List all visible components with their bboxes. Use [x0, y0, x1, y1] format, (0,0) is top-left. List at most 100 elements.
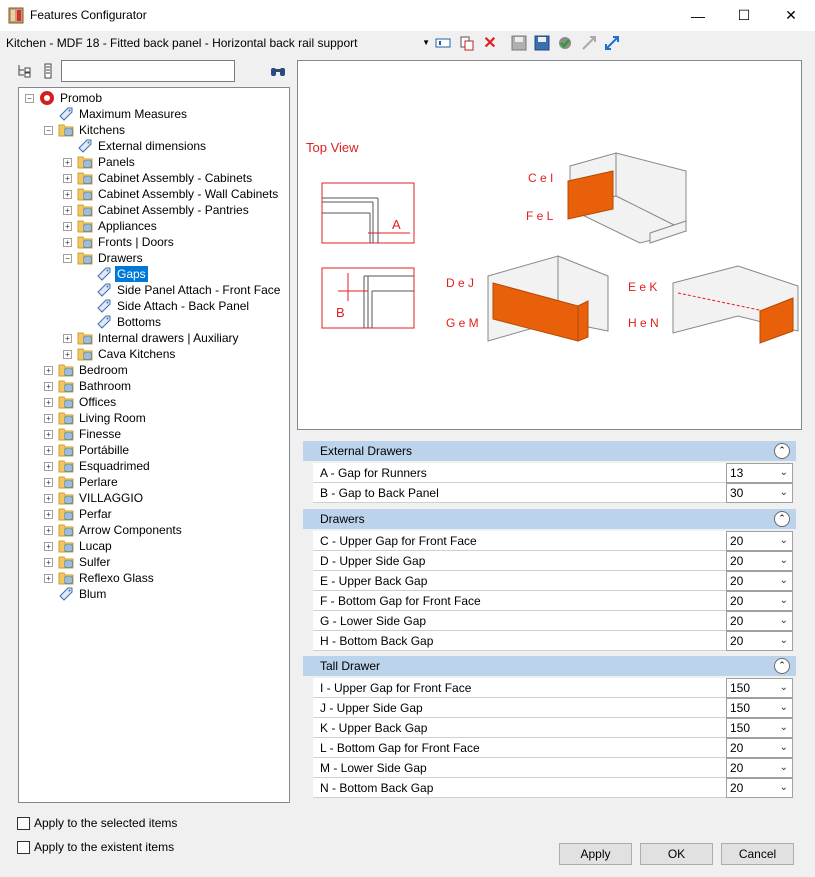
- chevron-down-icon[interactable]: ⌄: [780, 759, 788, 777]
- chevron-down-icon[interactable]: ⌄: [780, 552, 788, 570]
- expand-toggle-icon[interactable]: +: [44, 398, 53, 407]
- expand-toggle-icon[interactable]: +: [44, 510, 53, 519]
- expand-toggle-icon[interactable]: +: [63, 334, 72, 343]
- expand-toggle-icon[interactable]: +: [44, 574, 53, 583]
- property-value-select[interactable]: 20 ⌄: [726, 551, 793, 571]
- minimize-button[interactable]: —: [675, 0, 721, 31]
- delete-icon[interactable]: ✕: [481, 34, 499, 52]
- property-value-select[interactable]: 20 ⌄: [726, 738, 793, 758]
- chevron-down-icon[interactable]: ⌄: [780, 719, 788, 737]
- expand-toggle-icon[interactable]: +: [63, 206, 72, 215]
- property-value-select[interactable]: 150 ⌄: [726, 698, 793, 718]
- expand-toggle-icon[interactable]: +: [44, 430, 53, 439]
- expand-toggle-icon[interactable]: +: [44, 366, 53, 375]
- collapse-toggle-icon[interactable]: −: [63, 254, 72, 263]
- tree-item[interactable]: + Perlare: [19, 474, 289, 490]
- property-value-select[interactable]: 20 ⌄: [726, 778, 793, 798]
- property-value-select[interactable]: 150 ⌄: [726, 718, 793, 738]
- tree-item[interactable]: Side Attach - Back Panel: [19, 298, 289, 314]
- expand-arrows-icon[interactable]: [603, 34, 621, 52]
- tree-item[interactable]: + Cava Kitchens: [19, 346, 289, 362]
- tree-item[interactable]: + Finesse: [19, 426, 289, 442]
- close-button[interactable]: ✕: [768, 0, 814, 31]
- section-header[interactable]: Drawers ⌃: [303, 509, 796, 529]
- chevron-down-icon[interactable]: ⌄: [780, 679, 788, 697]
- tree-item[interactable]: Side Panel Attach - Front Face: [19, 282, 289, 298]
- tree-item[interactable]: + Cabinet Assembly - Pantries: [19, 202, 289, 218]
- chevron-down-icon[interactable]: ⌄: [780, 484, 788, 502]
- chevron-down-icon[interactable]: ⌄: [780, 739, 788, 757]
- collapse-toggle-icon[interactable]: −: [44, 126, 53, 135]
- tree-item[interactable]: − Drawers: [19, 250, 289, 266]
- tree-item[interactable]: Blum: [19, 586, 289, 602]
- expand-toggle-icon[interactable]: +: [44, 494, 53, 503]
- search-input[interactable]: [61, 60, 235, 82]
- tree-item[interactable]: + Offices: [19, 394, 289, 410]
- apply-button[interactable]: Apply: [559, 843, 632, 865]
- expand-toggle-icon[interactable]: +: [63, 190, 72, 199]
- tree-item[interactable]: + Perfar: [19, 506, 289, 522]
- expand-toggle-icon[interactable]: +: [44, 478, 53, 487]
- expand-toggle-icon[interactable]: +: [63, 350, 72, 359]
- property-value-select[interactable]: 20 ⌄: [726, 591, 793, 611]
- tree-item[interactable]: + Appliances: [19, 218, 289, 234]
- tree-item[interactable]: External dimensions: [19, 138, 289, 154]
- property-value-select[interactable]: 20 ⌄: [726, 631, 793, 651]
- expand-toggle-icon[interactable]: +: [63, 222, 72, 231]
- settings-check-icon[interactable]: [556, 34, 574, 52]
- tree-item[interactable]: Bottoms: [19, 314, 289, 330]
- tree-item[interactable]: + Reflexo Glass: [19, 570, 289, 586]
- property-value-select[interactable]: 30 ⌄: [726, 483, 793, 503]
- checkbox-box[interactable]: [17, 817, 30, 830]
- rename-icon[interactable]: [434, 34, 452, 52]
- section-header[interactable]: Tall Drawer ⌃: [303, 656, 796, 676]
- tree-item[interactable]: + VILLAGGIO: [19, 490, 289, 506]
- cancel-button[interactable]: Cancel: [721, 843, 794, 865]
- feature-tree[interactable]: − Promob Maximum Measures − Kitchens External…: [18, 87, 290, 803]
- tree-view-icon[interactable]: [15, 62, 33, 80]
- checkbox-box[interactable]: [17, 841, 30, 854]
- tree-item[interactable]: + Cabinet Assembly - Wall Cabinets: [19, 186, 289, 202]
- configuration-select[interactable]: Kitchen - MDF 18 - Fitted back panel - H…: [4, 33, 432, 53]
- tree-item[interactable]: Maximum Measures: [19, 106, 289, 122]
- property-value-select[interactable]: 20 ⌄: [726, 571, 793, 591]
- expand-toggle-icon[interactable]: +: [44, 558, 53, 567]
- tree-item[interactable]: − Promob: [19, 90, 289, 106]
- collapse-toggle-icon[interactable]: −: [25, 94, 34, 103]
- tree-item[interactable]: − Kitchens: [19, 122, 289, 138]
- chevron-down-icon[interactable]: ⌄: [780, 632, 788, 650]
- chevron-down-icon[interactable]: ⌄: [780, 699, 788, 717]
- property-value-select[interactable]: 20 ⌄: [726, 758, 793, 778]
- property-value-select[interactable]: 13 ⌄: [726, 463, 793, 483]
- property-value-select[interactable]: 20 ⌄: [726, 611, 793, 631]
- ok-button[interactable]: OK: [640, 843, 713, 865]
- maximize-button[interactable]: ☐: [721, 0, 767, 31]
- tree-item[interactable]: + Portábille: [19, 442, 289, 458]
- collapse-section-icon[interactable]: ⌃: [774, 658, 790, 674]
- expand-toggle-icon[interactable]: +: [44, 414, 53, 423]
- expand-toggle-icon[interactable]: +: [44, 462, 53, 471]
- save-icon[interactable]: [510, 34, 528, 52]
- collapse-section-icon[interactable]: ⌃: [774, 511, 790, 527]
- save-as-icon[interactable]: [533, 34, 551, 52]
- binoculars-icon[interactable]: [269, 62, 287, 80]
- tree-item[interactable]: + Living Room: [19, 410, 289, 426]
- property-value-select[interactable]: 150 ⌄: [726, 678, 793, 698]
- chevron-down-icon[interactable]: ⌄: [780, 464, 788, 482]
- expand-toggle-icon[interactable]: +: [44, 542, 53, 551]
- expand-toggle-icon[interactable]: +: [63, 174, 72, 183]
- expand-toggle-icon[interactable]: +: [44, 382, 53, 391]
- property-value-select[interactable]: 20 ⌄: [726, 531, 793, 551]
- tree-item[interactable]: + Esquadrimed: [19, 458, 289, 474]
- copy-icon[interactable]: [458, 34, 476, 52]
- chevron-down-icon[interactable]: ⌄: [780, 612, 788, 630]
- tree-item[interactable]: + Fronts | Doors: [19, 234, 289, 250]
- expand-toggle-icon[interactable]: +: [63, 238, 72, 247]
- tree-item[interactable]: + Internal drawers | Auxiliary: [19, 330, 289, 346]
- tree-item[interactable]: Gaps: [19, 266, 289, 282]
- collapse-section-icon[interactable]: ⌃: [774, 443, 790, 459]
- expand-toggle-icon[interactable]: +: [44, 446, 53, 455]
- tree-item[interactable]: + Bedroom: [19, 362, 289, 378]
- chevron-down-icon[interactable]: ⌄: [780, 779, 788, 797]
- tree-item[interactable]: + Arrow Components: [19, 522, 289, 538]
